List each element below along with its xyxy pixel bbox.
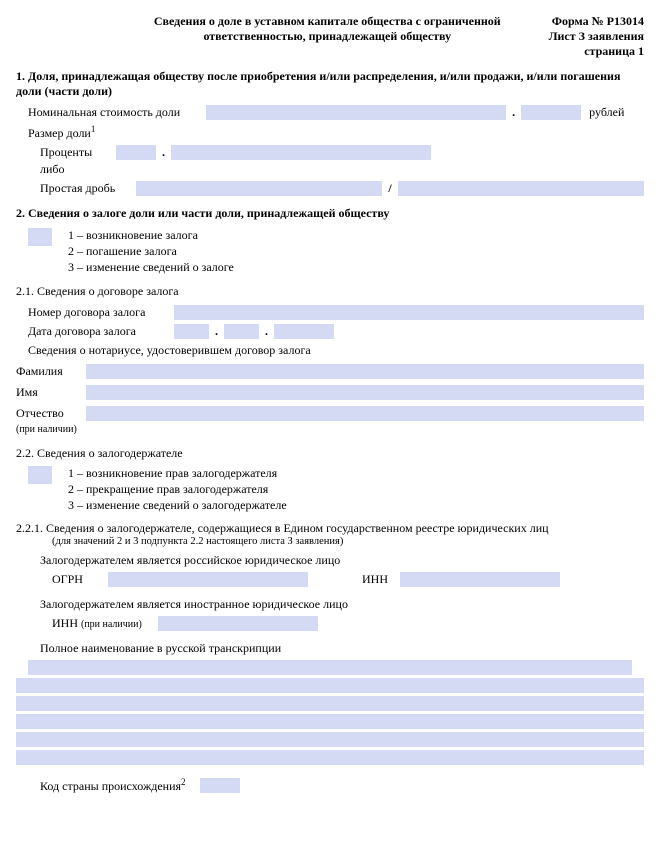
country-code-field[interactable] — [200, 778, 240, 793]
pledge-type-block: 1 – возникновение залога 2 – погашение з… — [28, 227, 644, 276]
form-meta: Форма № Р13014 Лист З заявления страница… — [549, 14, 644, 59]
fraction-slash: / — [388, 181, 391, 196]
patronymic-row: Отчество(при наличии) — [16, 406, 644, 436]
foreign-inn-label: ИНН (при наличии) — [52, 616, 142, 631]
ogrn-inn-row: ОГРН ИНН — [52, 572, 644, 587]
form-title: Сведения о доле в уставном капитале обще… — [106, 14, 549, 44]
form-header: Сведения о доле в уставном капитале обще… — [16, 14, 644, 59]
nominal-label: Номинальная стоимость доли — [28, 105, 180, 120]
fullname-field-6[interactable] — [16, 750, 644, 765]
percent-row: Проценты . — [40, 145, 644, 160]
contract-number-row: Номер договора залога — [28, 305, 644, 320]
holder-opt-1: 1 – возникновение прав залогодержателя — [68, 465, 287, 481]
holder-options: 1 – возникновение прав залогодержателя 2… — [68, 465, 287, 514]
firstname-label: Имя — [16, 385, 86, 400]
foreign-entity-label: Залогодержателем является иностранное юр… — [40, 597, 348, 612]
page-label: страница 1 — [549, 44, 644, 59]
rubles-label: рублей — [589, 105, 624, 120]
ogrn-label: ОГРН — [52, 572, 102, 587]
pledge-type-field[interactable] — [28, 228, 52, 246]
decimal-dot-2: . — [162, 145, 165, 160]
size-row: Размер доли1 — [28, 124, 644, 141]
nominal-value-row: Номинальная стоимость доли . рублей — [28, 105, 644, 120]
fullname-field-5[interactable] — [16, 732, 644, 747]
pledge-opt-2: 2 – погашение залога — [68, 243, 234, 259]
notary-label: Сведения о нотариусе, удостоверившем дог… — [28, 343, 311, 358]
section-2-1-heading: 2.1. Сведения о договоре залога — [16, 284, 644, 299]
title-line-2: ответственностью, принадлежащей обществу — [114, 29, 541, 44]
fullname-label-row: Полное наименование в русской транскрипц… — [40, 641, 644, 656]
patronymic-label: Отчество(при наличии) — [16, 406, 86, 436]
fraction-num-field[interactable] — [136, 181, 382, 196]
notary-label-row: Сведения о нотариусе, удостоверившем дог… — [28, 343, 644, 358]
fullname-field-2[interactable] — [16, 678, 644, 693]
contract-date-label: Дата договора залога — [28, 324, 168, 339]
date-dot-2: . — [265, 324, 268, 339]
foreign-inn-row: ИНН (при наличии) — [52, 616, 644, 631]
foreign-entity-label-row: Залогодержателем является иностранное юр… — [40, 597, 644, 612]
rus-entity-label: Залогодержателем является российское юри… — [40, 553, 340, 568]
date-dot-1: . — [215, 324, 218, 339]
country-code-label: Код страны происхождения2 — [40, 777, 186, 794]
surname-label: Фамилия — [16, 364, 86, 379]
holder-opt-2: 2 – прекращение прав залогодержателя — [68, 481, 287, 497]
fraction-row: Простая дробь / — [40, 181, 644, 196]
surname-row: Фамилия — [16, 364, 644, 379]
percent-frac-field[interactable] — [171, 145, 431, 160]
contract-number-label: Номер договора залога — [28, 305, 168, 320]
sheet-label: Лист З заявления — [549, 29, 644, 44]
contract-date-row: Дата договора залога . . — [28, 324, 644, 339]
fraction-den-field[interactable] — [398, 181, 644, 196]
inn-label: ИНН — [348, 572, 388, 587]
pledge-opt-1: 1 – возникновение залога — [68, 227, 234, 243]
decimal-dot: . — [512, 105, 515, 120]
fraction-label: Простая дробь — [40, 181, 130, 196]
section-2-2-1-note: (для значений 2 и 3 подпункта 2.2 настоя… — [52, 536, 644, 547]
title-line-1: Сведения о доле в уставном капитале обще… — [114, 14, 541, 29]
ogrn-field[interactable] — [108, 572, 308, 587]
percent-int-field[interactable] — [116, 145, 156, 160]
foreign-inn-field[interactable] — [158, 616, 318, 631]
fullname-field-1[interactable] — [28, 660, 632, 675]
inn-field[interactable] — [400, 572, 560, 587]
fullname-field-4[interactable] — [16, 714, 644, 729]
fullname-field-3[interactable] — [16, 696, 644, 711]
country-code-row: Код страны происхождения2 — [40, 777, 644, 794]
holder-type-field[interactable] — [28, 466, 52, 484]
fullname-label: Полное наименование в русской транскрипц… — [40, 641, 281, 656]
date-year-field[interactable] — [274, 324, 334, 339]
firstname-row: Имя — [16, 385, 644, 400]
holder-type-block: 1 – возникновение прав залогодержателя 2… — [28, 465, 644, 514]
contract-number-field[interactable] — [174, 305, 644, 320]
nominal-frac-field[interactable] — [521, 105, 581, 120]
or-row: либо — [40, 162, 644, 177]
section-2-2-heading: 2.2. Сведения о залогодержателе — [16, 446, 644, 461]
date-month-field[interactable] — [224, 324, 259, 339]
pledge-opt-3: 3 – изменение сведений о залоге — [68, 259, 234, 275]
rus-entity-label-row: Залогодержателем является российское юри… — [40, 553, 644, 568]
size-label: Размер доли1 — [28, 124, 95, 141]
nominal-int-field[interactable] — [206, 105, 506, 120]
date-day-field[interactable] — [174, 324, 209, 339]
section-2-heading: 2. Сведения о залоге доли или части доли… — [16, 206, 644, 221]
patronymic-field[interactable] — [86, 406, 644, 421]
surname-field[interactable] — [86, 364, 644, 379]
form-number: Форма № Р13014 — [549, 14, 644, 29]
or-label: либо — [40, 162, 110, 177]
firstname-field[interactable] — [86, 385, 644, 400]
section-1-heading: 1. Доля, принадлежащая обществу после пр… — [16, 69, 644, 99]
section-2-2-1-heading: 2.2.1. Сведения о залогодержателе, содер… — [16, 521, 644, 536]
percent-label: Проценты — [40, 145, 110, 160]
pledge-options: 1 – возникновение залога 2 – погашение з… — [68, 227, 234, 276]
holder-opt-3: 3 – изменение сведений о залогодержателе — [68, 497, 287, 513]
